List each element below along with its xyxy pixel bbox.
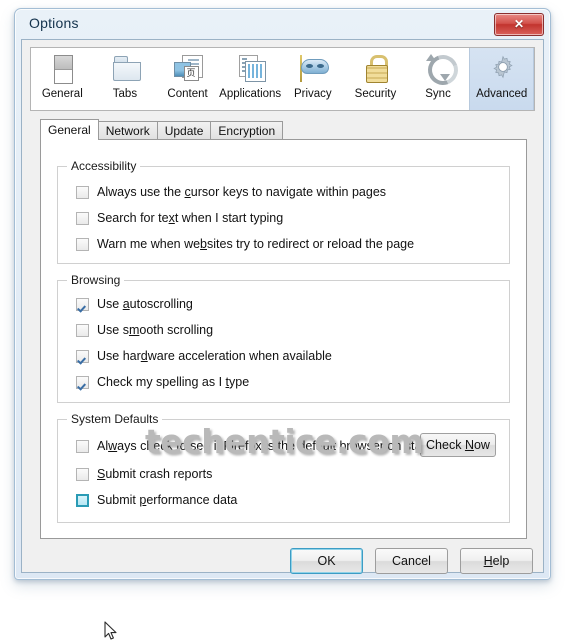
general-tab-panel: Accessibility Always use the cursor keys… — [40, 139, 527, 640]
close-icon: ✕ — [513, 17, 525, 31]
checkbox-default-browser[interactable] — [76, 439, 89, 453]
checkbox-label-smooth-scrolling: Use smooth scrolling — [97, 323, 214, 337]
ok-button[interactable]: OK — [290, 548, 363, 574]
checkbox-row-spell-check[interactable]: Check my spelling as I type — [76, 373, 249, 391]
checkbox-row-default-browser[interactable]: Always check to see if Firefox is the de… — [76, 437, 443, 455]
pane-item-advanced[interactable]: Advanced — [469, 48, 534, 110]
folder-tabs-icon — [106, 52, 144, 86]
pane-label-sync: Sync — [425, 88, 451, 100]
group-browsing: Browsing Use autoscrolling Use smooth sc… — [57, 273, 510, 403]
options-dialog-window: Options ✕ General Tabs 页 Content Applica… — [14, 8, 551, 640]
checkbox-label-autoscrolling: Use autoscrolling — [97, 297, 193, 311]
tab-general[interactable]: General — [40, 119, 99, 140]
tab-network[interactable]: Network — [97, 121, 158, 140]
group-accessibility: Accessibility Always use the cursor keys… — [57, 159, 510, 264]
pane-item-general[interactable]: General — [31, 48, 94, 110]
gear-icon — [483, 52, 521, 86]
group-title-browsing: Browsing — [67, 273, 125, 287]
pane-label-applications: Applications — [219, 88, 282, 100]
checkbox-row-hardware-acceleration[interactable]: Use hardware acceleration when available — [76, 347, 332, 365]
monitor-icon — [43, 52, 81, 86]
pane-item-applications[interactable]: Applications — [219, 48, 282, 110]
checkbox-spell-check[interactable] — [76, 375, 89, 389]
checkbox-crash-reports[interactable] — [76, 467, 89, 481]
checkbox-label-performance-data: Submit performance data — [97, 493, 238, 507]
checkbox-search-text[interactable] — [76, 211, 89, 225]
checkbox-performance-data[interactable] — [76, 493, 89, 507]
pane-item-sync[interactable]: Sync — [407, 48, 470, 110]
applications-icon — [231, 52, 269, 86]
checkbox-label-hardware-acceleration: Use hardware acceleration when available — [97, 349, 332, 363]
help-button[interactable]: Help — [460, 548, 533, 574]
pane-item-content[interactable]: 页 Content — [156, 48, 219, 110]
checkbox-label-cursor-keys: Always use the cursor keys to navigate w… — [97, 185, 387, 199]
padlock-icon — [356, 52, 394, 86]
content-page-icon: 页 — [169, 52, 207, 86]
checkbox-row-smooth-scrolling[interactable]: Use smooth scrolling — [76, 321, 213, 339]
group-system-defaults: System Defaults Always check to see if F… — [57, 412, 510, 523]
checkbox-hardware-acceleration[interactable] — [76, 349, 89, 363]
checkbox-row-autoscrolling[interactable]: Use autoscrolling — [76, 295, 193, 313]
checkbox-row-crash-reports[interactable]: Submit crash reports — [76, 465, 212, 483]
checkbox-label-default-browser: Always check to see if Firefox is the de… — [97, 439, 444, 453]
pane-label-privacy: Privacy — [293, 88, 332, 100]
checkbox-warn-redirect[interactable] — [76, 237, 89, 251]
pane-label-general: General — [41, 88, 83, 100]
pane-item-tabs[interactable]: Tabs — [94, 48, 157, 110]
group-title-accessibility: Accessibility — [67, 159, 141, 173]
pane-label-content: Content — [167, 88, 208, 100]
checkbox-smooth-scrolling[interactable] — [76, 323, 89, 337]
sync-arrows-icon — [419, 50, 463, 90]
checkbox-row-warn-redirect[interactable]: Warn me when websites try to redirect or… — [76, 235, 414, 253]
tab-encryption[interactable]: Encryption — [210, 121, 284, 140]
checkbox-autoscrolling[interactable] — [76, 297, 89, 311]
pane-item-privacy[interactable]: Privacy — [282, 48, 345, 110]
checkbox-cursor-keys[interactable] — [76, 185, 89, 199]
pane-item-security[interactable]: Security — [344, 48, 407, 110]
title-bar: Options ✕ — [15, 9, 550, 39]
pane-label-advanced: Advanced — [476, 88, 528, 100]
pane-label-security: Security — [354, 88, 397, 100]
pane-label-tabs: Tabs — [112, 88, 138, 100]
advanced-subtab-strip: General Network Update Encryption — [40, 119, 527, 140]
checkbox-label-crash-reports: Submit crash reports — [97, 467, 213, 481]
close-button[interactable]: ✕ — [494, 13, 544, 36]
checkbox-label-spell-check: Check my spelling as I type — [97, 375, 250, 389]
cancel-button[interactable]: Cancel — [375, 548, 448, 574]
tab-update[interactable]: Update — [156, 121, 212, 140]
check-now-button[interactable]: Check Now — [420, 433, 496, 457]
mouse-cursor-icon — [104, 621, 117, 640]
checkbox-label-search-text: Search for text when I start typing — [97, 211, 284, 225]
dialog-client-area: General Tabs 页 Content Applications Priv… — [21, 39, 544, 640]
group-title-system-defaults: System Defaults — [67, 412, 163, 426]
mask-icon — [294, 52, 332, 86]
checkbox-row-search-text[interactable]: Search for text when I start typing — [76, 209, 283, 227]
checkbox-label-warn-redirect: Warn me when websites try to redirect or… — [97, 237, 415, 251]
pane-selector-toolbar: General Tabs 页 Content Applications Priv… — [30, 47, 535, 111]
checkbox-row-performance-data[interactable]: Submit performance data — [76, 491, 237, 509]
checkbox-row-cursor-keys[interactable]: Always use the cursor keys to navigate w… — [76, 183, 386, 201]
window-title: Options — [29, 15, 79, 31]
